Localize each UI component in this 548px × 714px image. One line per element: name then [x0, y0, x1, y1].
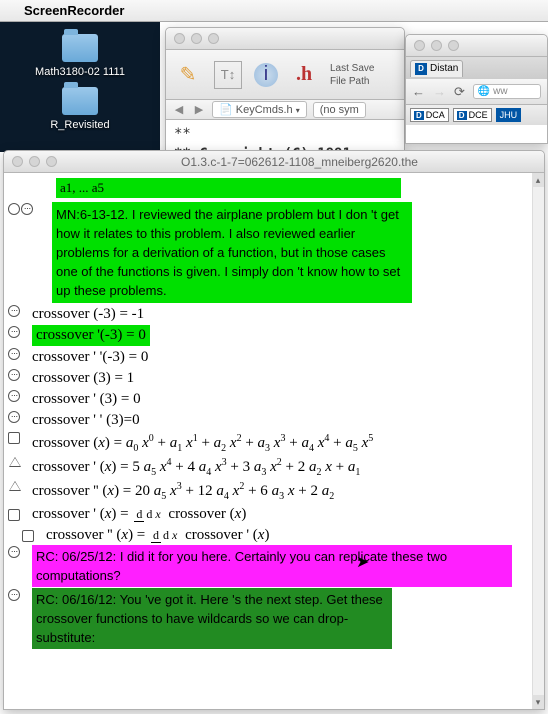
scroll-up-icon[interactable]: ▴ [532, 173, 544, 187]
equation-line: crossover (-3) = -1 [32, 304, 144, 323]
folder-icon [62, 87, 98, 115]
desktop-area: Math3180-02 1111 R_Revisited [0, 22, 160, 152]
folder-label: R_Revisited [30, 119, 130, 132]
site-icon: D [415, 63, 427, 75]
equation-line: crossover ' '(-3) = 0 [32, 347, 148, 366]
equation-rel1: crossover ' (x) = dd x crossover (x) [32, 504, 246, 523]
scroll-down-icon[interactable]: ▾ [532, 695, 544, 709]
bookmark-dce[interactable]: DDCE [453, 108, 492, 122]
folder-label: Math3180-02 1111 [30, 66, 130, 79]
app-name[interactable]: ScreenRecorder [24, 3, 124, 18]
header-file-icon[interactable]: .h [290, 61, 318, 89]
equation-line-highlighted: crossover '(-3) = 0 [32, 325, 150, 346]
comment-icon[interactable] [8, 546, 20, 558]
bookmarks-bar: DDCA DDCE JHU [406, 105, 547, 125]
window-controls[interactable] [414, 40, 459, 51]
checkbox-icon[interactable] [22, 530, 34, 542]
code-line: ** [174, 124, 396, 144]
editor-navbar: ◀ ▶ 📄 KeyCmds.h ▾ (no sym [166, 100, 404, 120]
document-title: O1.3.c-1-7=062612-1108_mneiberg2620.the [63, 155, 536, 169]
note-rc1: RC: 06/25/12: I did it for you here. Cer… [32, 545, 512, 587]
desktop-folder-math[interactable]: Math3180-02 1111 [30, 34, 130, 79]
file-path-label: File Path [330, 75, 374, 88]
comment-icon[interactable] [8, 390, 20, 402]
text-tool-icon[interactable]: T↕ [214, 61, 242, 89]
document-window: O1.3.c-1-7=062612-1108_mneiberg2620.the … [3, 150, 545, 710]
top-fragment: a1, ... a5 [56, 178, 401, 198]
comment-icon[interactable] [8, 411, 20, 423]
equation-poly: crossover (x) = a0 x0 + a1 x1 + a2 x2 + … [32, 431, 373, 454]
file-info: Last Save File Path [330, 62, 374, 88]
browser-window: D Distan ← → ⟳ 🌐 ww DDCA DDCE JHU [405, 34, 548, 144]
desktop-folder-r[interactable]: R_Revisited [30, 87, 130, 132]
note-mn: MN:6-13-12. I reviewed the airplane prob… [52, 202, 412, 303]
note-rc2: RC: 06/16/12: You 've got it. Here 's th… [32, 588, 392, 649]
equation-line: crossover (3) = 1 [32, 368, 134, 387]
symbol-dropdown[interactable]: (no sym [313, 102, 366, 118]
menubar: ScreenRecorder [0, 0, 548, 22]
tab-title: Distan [430, 63, 458, 74]
window-controls[interactable] [12, 156, 57, 167]
browser-tabs: D Distan [406, 57, 547, 79]
scrollbar[interactable]: ▴ ▾ [532, 173, 544, 709]
file-dropdown[interactable]: 📄 KeyCmds.h ▾ [212, 101, 307, 118]
last-saved-label: Last Save [330, 62, 374, 75]
forward-icon[interactable]: → [433, 84, 446, 99]
forward-icon[interactable]: ▶ [192, 103, 206, 116]
back-icon[interactable]: ← [412, 84, 425, 99]
comment-icon[interactable] [8, 305, 20, 317]
comment-icon[interactable] [8, 589, 20, 601]
back-icon[interactable]: ◀ [172, 103, 186, 116]
checkbox-icon[interactable] [8, 432, 20, 444]
titlebar[interactable]: O1.3.c-1-7=062612-1108_mneiberg2620.the [4, 151, 544, 173]
titlebar[interactable] [406, 35, 547, 57]
comment-icon[interactable] [8, 369, 20, 381]
equation-deriv1: crossover ' (x) = 5 a5 x4 + 4 a4 x3 + 3 … [32, 455, 360, 478]
bullet-icon[interactable] [8, 203, 20, 215]
info-icon[interactable]: i [254, 63, 278, 87]
titlebar[interactable] [166, 28, 404, 50]
triangle-icon[interactable] [8, 480, 22, 492]
equation-deriv2: crossover '' (x) = 20 a5 x3 + 12 a4 x2 +… [32, 479, 334, 502]
comment-icon[interactable] [8, 348, 20, 360]
comment-icon[interactable] [21, 203, 33, 215]
reload-icon[interactable]: ⟳ [454, 84, 465, 100]
edit-icon[interactable]: ✎ [174, 61, 202, 89]
equation-line: crossover ' (3) = 0 [32, 389, 141, 408]
equation-line: crossover ' ' (3)=0 [32, 410, 140, 429]
document-body[interactable]: a1, ... a5 MN:6-13-12. I reviewed the ai… [4, 173, 544, 709]
editor-window: ✎ T↕ i .h Last Save File Path ◀ ▶ 📄 KeyC… [165, 27, 405, 152]
bookmark-jhu[interactable]: JHU [496, 108, 522, 122]
window-controls[interactable] [174, 33, 219, 44]
equation-rel2: crossover '' (x) = dd x crossover ' (x) [46, 525, 269, 544]
editor-toolbar: ✎ T↕ i .h Last Save File Path [166, 50, 404, 100]
browser-nav: ← → ⟳ 🌐 ww [406, 79, 547, 105]
folder-icon [62, 34, 98, 62]
bookmark-dca[interactable]: DDCA [410, 108, 449, 122]
browser-tab[interactable]: D Distan [410, 60, 463, 77]
url-bar[interactable]: 🌐 ww [473, 84, 541, 99]
triangle-icon[interactable] [8, 456, 22, 468]
comment-icon[interactable] [8, 326, 20, 338]
checkbox-icon[interactable] [8, 509, 20, 521]
